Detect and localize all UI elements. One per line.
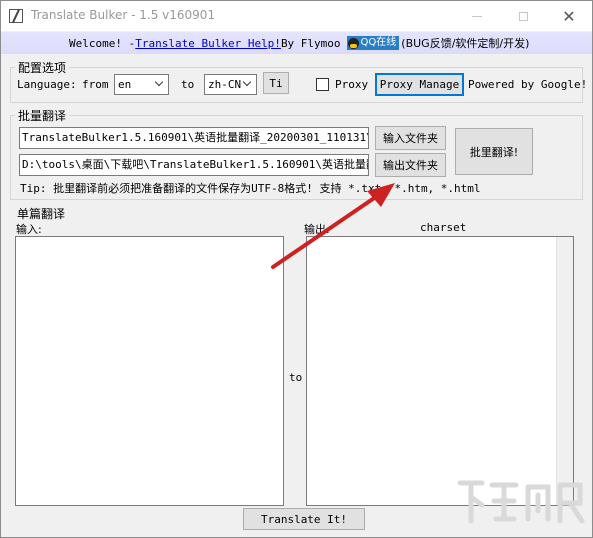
single-group-title: 单篇翻译 bbox=[14, 205, 69, 222]
output-scrollbar[interactable] bbox=[556, 237, 573, 505]
author-text: By Flymoo bbox=[280, 36, 341, 50]
maximize-icon bbox=[518, 11, 528, 21]
qq-icon bbox=[347, 37, 359, 49]
chevron-down-icon bbox=[243, 78, 253, 88]
charset-label: charset bbox=[420, 221, 467, 234]
from-language-value: en bbox=[118, 78, 132, 91]
output-textarea[interactable] bbox=[306, 236, 574, 506]
config-group-title: 配置选项 bbox=[15, 59, 70, 76]
output-label: 输出: bbox=[304, 223, 330, 236]
help-link[interactable]: Translate Bulker Help! bbox=[135, 37, 281, 50]
app-icon bbox=[9, 9, 23, 23]
to-label: to bbox=[181, 78, 195, 91]
input-folder-field[interactable]: TranslateBulker1.5.160901\英语批量翻译_2020030… bbox=[19, 127, 369, 149]
window-title: Translate Bulker - 1.5 v160901 bbox=[31, 8, 216, 22]
proxy-label: Proxy bbox=[335, 78, 369, 91]
batch-group-title: 批量翻译 bbox=[15, 107, 70, 124]
ti-button[interactable]: Ti bbox=[263, 72, 289, 94]
proxy-checkbox[interactable] bbox=[316, 78, 329, 91]
title-bar[interactable]: Translate Bulker - 1.5 v160901 ✕ bbox=[1, 1, 592, 31]
from-language-select[interactable]: en bbox=[114, 74, 169, 95]
output-folder-button[interactable]: 输出文件夹 bbox=[375, 153, 446, 177]
to-language-select[interactable]: zh-CN bbox=[204, 74, 257, 95]
batch-translate-button[interactable]: 批里翻译! bbox=[455, 128, 533, 175]
qq-online-badge[interactable]: QQ在线 bbox=[346, 36, 400, 50]
output-folder-field[interactable]: D:\tools\桌面\下载吧\TranslateBulker1.5.16090… bbox=[19, 154, 369, 176]
minimize-button[interactable] bbox=[454, 1, 500, 31]
proxy-manage-button[interactable]: Proxy Manage bbox=[375, 73, 464, 96]
input-textarea[interactable] bbox=[15, 236, 284, 506]
single-translate-group: 单篇翻译 输入: 输出: charset to bbox=[10, 205, 583, 506]
config-group: 配置选项 Language: from en to zh-CN Ti Proxy… bbox=[10, 59, 587, 103]
from-label: from bbox=[82, 78, 109, 91]
maximize-button[interactable] bbox=[500, 1, 546, 31]
chevron-down-icon bbox=[155, 78, 165, 88]
to-arrow-label: to bbox=[289, 371, 303, 384]
tip-text: Tip: 批里翻译前必须把准备翻译的文件保存为UTF-8格式! 支持 *.txt… bbox=[20, 182, 481, 195]
to-language-value: zh-CN bbox=[208, 78, 242, 91]
close-icon: ✕ bbox=[562, 6, 576, 26]
translate-it-button[interactable]: Translate It! bbox=[243, 508, 365, 530]
batch-translate-group: 批量翻译 TranslateBulker1.5.160901\英语批量翻译_20… bbox=[10, 107, 583, 200]
welcome-text: Welcome! - bbox=[69, 36, 136, 50]
feedback-text: (BUG反馈/软件定制/开发) bbox=[401, 37, 530, 50]
powered-by-text: Powered by Google! bbox=[468, 78, 588, 91]
minimize-icon bbox=[472, 15, 482, 17]
language-label: Language: bbox=[17, 78, 77, 91]
welcome-banner: Welcome! - Translate Bulker Help! By Fly… bbox=[1, 32, 592, 54]
qq-badge-label: QQ在线 bbox=[360, 37, 397, 48]
input-folder-button[interactable]: 输入文件夹 bbox=[375, 126, 446, 150]
app-window: Translate Bulker - 1.5 v160901 ✕ Welcome… bbox=[0, 0, 593, 538]
xiazaiba-watermark-logo bbox=[457, 480, 585, 524]
input-label: 输入: bbox=[16, 223, 42, 236]
close-button[interactable]: ✕ bbox=[546, 1, 592, 31]
